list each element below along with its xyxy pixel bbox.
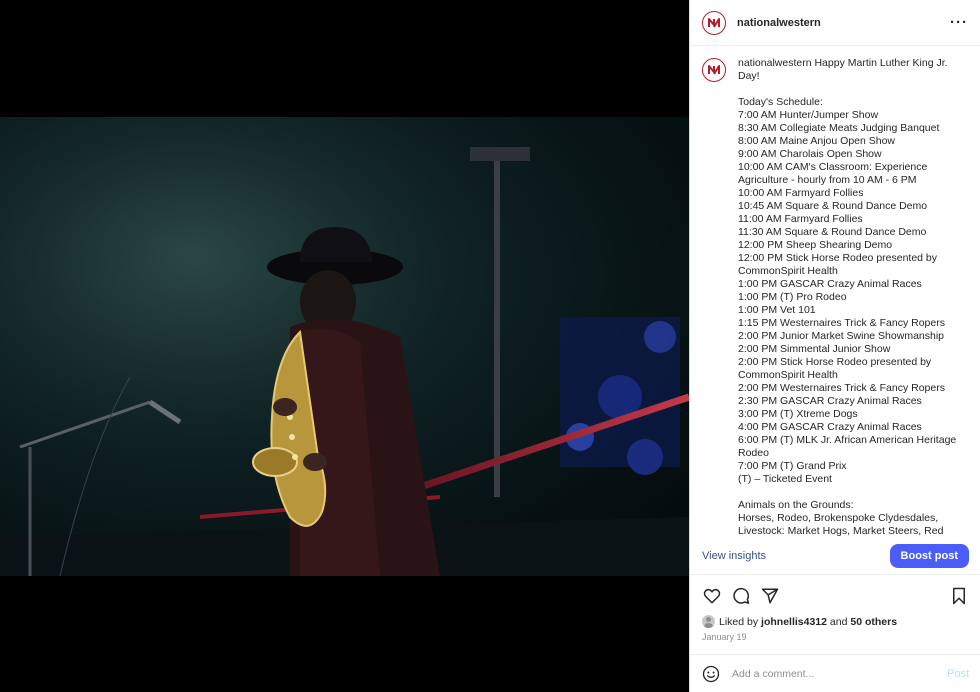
liker-avatar	[702, 615, 715, 628]
profile-avatar[interactable]	[702, 10, 726, 35]
action-bar	[690, 583, 980, 609]
likes-and: and	[829, 615, 848, 628]
post-media	[0, 0, 689, 692]
boost-post-button[interactable]: Boost post	[889, 543, 969, 568]
likes-summary: Liked by johnellis4312 and 50 others	[702, 615, 897, 628]
comment-input[interactable]	[732, 667, 947, 680]
likes-prefix: Liked by	[719, 615, 759, 628]
caption-scroll-area[interactable]: nationalwestern Happy Martin Luther King…	[690, 47, 980, 537]
caption-comment: nationalwestern Happy Martin Luther King…	[702, 57, 969, 537]
caption-body: Happy Martin Luther King Jr. Day! Today'…	[738, 57, 957, 537]
post-date[interactable]: January 19	[702, 632, 747, 642]
comment-bar: Post	[690, 654, 980, 692]
view-insights-link[interactable]: View insights	[702, 550, 766, 562]
emoji-icon[interactable]	[702, 665, 720, 683]
header-username[interactable]: nationalwestern	[737, 17, 821, 29]
post-side-panel: nationalwestern ··· nationalwestern Happ…	[689, 0, 980, 692]
post-header: nationalwestern ···	[690, 0, 980, 46]
caption-username[interactable]: nationalwestern	[738, 57, 812, 69]
post-comment-button[interactable]: Post	[947, 668, 969, 680]
send-icon[interactable]	[760, 586, 780, 606]
insights-bar: View insights Boost post	[690, 537, 980, 575]
national-western-logo-icon	[708, 65, 720, 75]
comment-icon[interactable]	[731, 586, 751, 606]
caption-text: nationalwestern Happy Martin Luther King…	[738, 57, 964, 537]
heart-icon[interactable]	[702, 586, 722, 606]
caption-avatar[interactable]	[702, 58, 726, 82]
likes-others-link[interactable]: 50 others	[850, 616, 897, 628]
post-photo[interactable]	[0, 117, 689, 576]
liker-username[interactable]: johnellis4312	[761, 616, 827, 628]
saxophonist-photo	[0, 117, 689, 576]
bookmark-icon[interactable]	[949, 586, 969, 606]
more-horizontal-icon[interactable]: ···	[950, 14, 968, 31]
national-western-logo-icon	[708, 17, 720, 28]
